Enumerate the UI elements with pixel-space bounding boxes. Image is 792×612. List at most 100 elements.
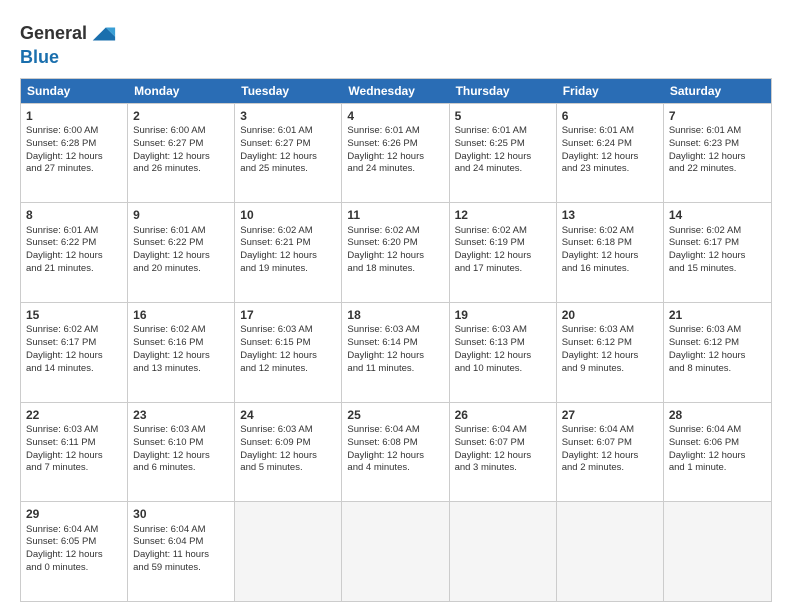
day-number: 5 [455,108,551,124]
day-cell-2: 2Sunrise: 6:00 AMSunset: 6:27 PMDaylight… [128,104,235,203]
empty-cell [557,502,664,601]
day-info-line: and 14 minutes. [26,363,122,376]
day-info-line: Daylight: 12 hours [133,250,229,263]
calendar-page: General Blue SundayMondayTuesdayWednesda… [0,0,792,612]
day-info-line: and 20 minutes. [133,263,229,276]
day-info-line: Daylight: 12 hours [669,250,766,263]
day-header-saturday: Saturday [664,79,771,103]
day-info-line: and 16 minutes. [562,263,658,276]
day-number: 25 [347,407,443,423]
day-info-line: and 15 minutes. [669,263,766,276]
day-info-line: and 18 minutes. [347,263,443,276]
day-cell-23: 23Sunrise: 6:03 AMSunset: 6:10 PMDayligh… [128,403,235,502]
day-info-line: Sunset: 6:13 PM [455,337,551,350]
day-cell-22: 22Sunrise: 6:03 AMSunset: 6:11 PMDayligh… [21,403,128,502]
day-info-line: Daylight: 12 hours [240,151,336,164]
day-info-line: Daylight: 11 hours [133,549,229,562]
day-info-line: Sunrise: 6:04 AM [347,424,443,437]
day-number: 6 [562,108,658,124]
calendar-body: 1Sunrise: 6:00 AMSunset: 6:28 PMDaylight… [21,103,771,601]
day-info-line: and 27 minutes. [26,163,122,176]
day-cell-28: 28Sunrise: 6:04 AMSunset: 6:06 PMDayligh… [664,403,771,502]
day-info-line: Daylight: 12 hours [26,250,122,263]
day-info-line: and 23 minutes. [562,163,658,176]
day-info-line: Sunrise: 6:00 AM [26,125,122,138]
calendar-row-1: 1Sunrise: 6:00 AMSunset: 6:28 PMDaylight… [21,103,771,203]
day-info-line: Sunset: 6:19 PM [455,237,551,250]
day-info-line: and 3 minutes. [455,462,551,475]
day-info-line: Sunrise: 6:01 AM [455,125,551,138]
day-info-line: Daylight: 12 hours [347,151,443,164]
day-info-line: Sunset: 6:27 PM [240,138,336,151]
day-number: 20 [562,307,658,323]
day-info-line: Sunrise: 6:03 AM [455,324,551,337]
day-number: 16 [133,307,229,323]
day-number: 12 [455,207,551,223]
day-info-line: Daylight: 12 hours [455,151,551,164]
day-info-line: Sunset: 6:14 PM [347,337,443,350]
day-number: 18 [347,307,443,323]
day-info-line: and 12 minutes. [240,363,336,376]
day-number: 11 [347,207,443,223]
day-info-line: Sunrise: 6:01 AM [240,125,336,138]
day-info-line: Daylight: 12 hours [669,151,766,164]
day-info-line: Sunrise: 6:01 AM [347,125,443,138]
day-info-line: Daylight: 12 hours [133,350,229,363]
day-info-line: Sunrise: 6:02 AM [347,225,443,238]
day-info-line: Sunrise: 6:03 AM [240,324,336,337]
day-number: 3 [240,108,336,124]
day-info-line: Daylight: 12 hours [455,450,551,463]
day-info-line: Sunrise: 6:04 AM [133,524,229,537]
day-info-line: Daylight: 12 hours [240,250,336,263]
day-info-line: Sunset: 6:12 PM [562,337,658,350]
empty-cell [342,502,449,601]
day-number: 14 [669,207,766,223]
day-info-line: Sunset: 6:05 PM [26,536,122,549]
day-info-line: and 8 minutes. [669,363,766,376]
day-cell-1: 1Sunrise: 6:00 AMSunset: 6:28 PMDaylight… [21,104,128,203]
day-info-line: Sunrise: 6:02 AM [26,324,122,337]
day-info-line: and 21 minutes. [26,263,122,276]
day-number: 21 [669,307,766,323]
logo-icon [89,20,117,48]
day-cell-5: 5Sunrise: 6:01 AMSunset: 6:25 PMDaylight… [450,104,557,203]
day-info-line: and 26 minutes. [133,163,229,176]
page-header: General Blue [20,16,772,68]
day-info-line: Sunset: 6:04 PM [133,536,229,549]
day-info-line: Sunrise: 6:00 AM [133,125,229,138]
day-number: 8 [26,207,122,223]
day-info-line: Sunrise: 6:03 AM [133,424,229,437]
day-header-sunday: Sunday [21,79,128,103]
day-cell-29: 29Sunrise: 6:04 AMSunset: 6:05 PMDayligh… [21,502,128,601]
day-info-line: Daylight: 12 hours [26,151,122,164]
day-info-line: Daylight: 12 hours [26,549,122,562]
calendar-header: SundayMondayTuesdayWednesdayThursdayFrid… [21,79,771,103]
day-info-line: Sunset: 6:08 PM [347,437,443,450]
day-number: 24 [240,407,336,423]
day-info-line: and 1 minute. [669,462,766,475]
day-cell-14: 14Sunrise: 6:02 AMSunset: 6:17 PMDayligh… [664,203,771,302]
day-info-line: Sunrise: 6:04 AM [562,424,658,437]
day-info-line: and 5 minutes. [240,462,336,475]
day-info-line: and 4 minutes. [347,462,443,475]
day-info-line: Sunset: 6:17 PM [26,337,122,350]
day-header-monday: Monday [128,79,235,103]
day-cell-3: 3Sunrise: 6:01 AMSunset: 6:27 PMDaylight… [235,104,342,203]
day-number: 28 [669,407,766,423]
day-info-line: Sunset: 6:18 PM [562,237,658,250]
day-number: 17 [240,307,336,323]
day-info-line: Daylight: 12 hours [562,350,658,363]
day-number: 29 [26,506,122,522]
day-info-line: Sunset: 6:20 PM [347,237,443,250]
day-cell-15: 15Sunrise: 6:02 AMSunset: 6:17 PMDayligh… [21,303,128,402]
day-info-line: Sunset: 6:09 PM [240,437,336,450]
day-info-line: Daylight: 12 hours [347,350,443,363]
day-info-line: Sunrise: 6:01 AM [26,225,122,238]
day-header-friday: Friday [557,79,664,103]
day-info-line: Sunset: 6:17 PM [669,237,766,250]
day-cell-10: 10Sunrise: 6:02 AMSunset: 6:21 PMDayligh… [235,203,342,302]
day-info-line: Sunrise: 6:03 AM [26,424,122,437]
day-cell-16: 16Sunrise: 6:02 AMSunset: 6:16 PMDayligh… [128,303,235,402]
day-info-line: Sunset: 6:12 PM [669,337,766,350]
day-cell-24: 24Sunrise: 6:03 AMSunset: 6:09 PMDayligh… [235,403,342,502]
